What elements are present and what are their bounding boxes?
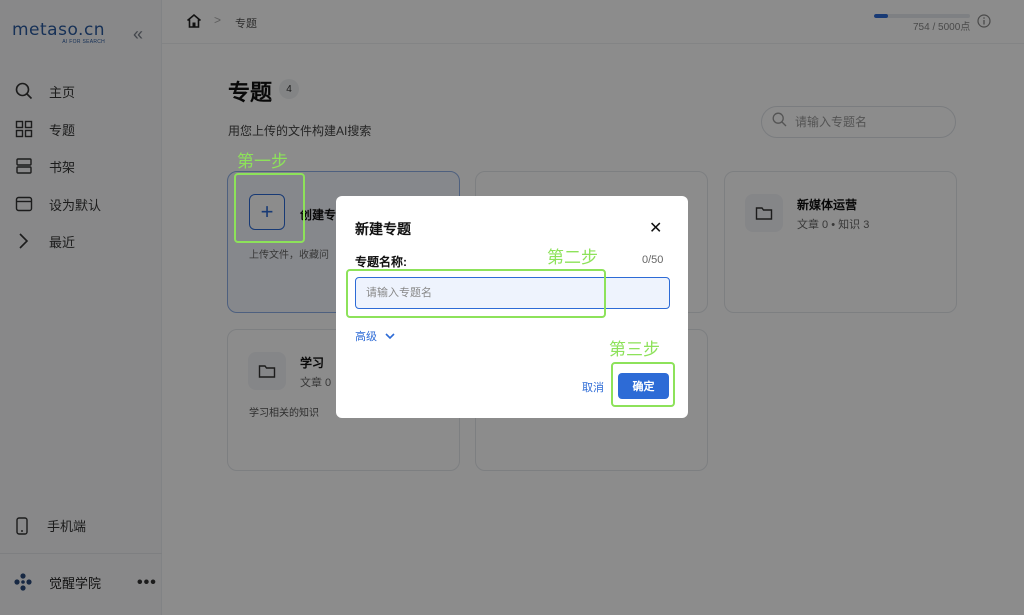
close-icon[interactable]: ✕ <box>649 218 662 238</box>
char-count: 0/50 <box>642 254 664 266</box>
annotation-step3: 第三步 <box>609 340 660 359</box>
advanced-label: 高级 <box>355 331 377 343</box>
annotation-box-step2 <box>346 269 606 318</box>
annotation-box-step1 <box>234 173 305 243</box>
annotation-step2: 第二步 <box>547 248 598 267</box>
topic-name-label: 专题名称: <box>355 255 407 269</box>
annotation-box-step3 <box>611 362 675 407</box>
chevron-down-icon <box>385 332 395 340</box>
annotation-step1: 第一步 <box>237 152 288 171</box>
advanced-toggle[interactable]: 高级 <box>355 328 395 344</box>
cancel-button[interactable]: 取消 <box>582 379 604 395</box>
dialog-title: 新建专题 <box>355 221 411 237</box>
